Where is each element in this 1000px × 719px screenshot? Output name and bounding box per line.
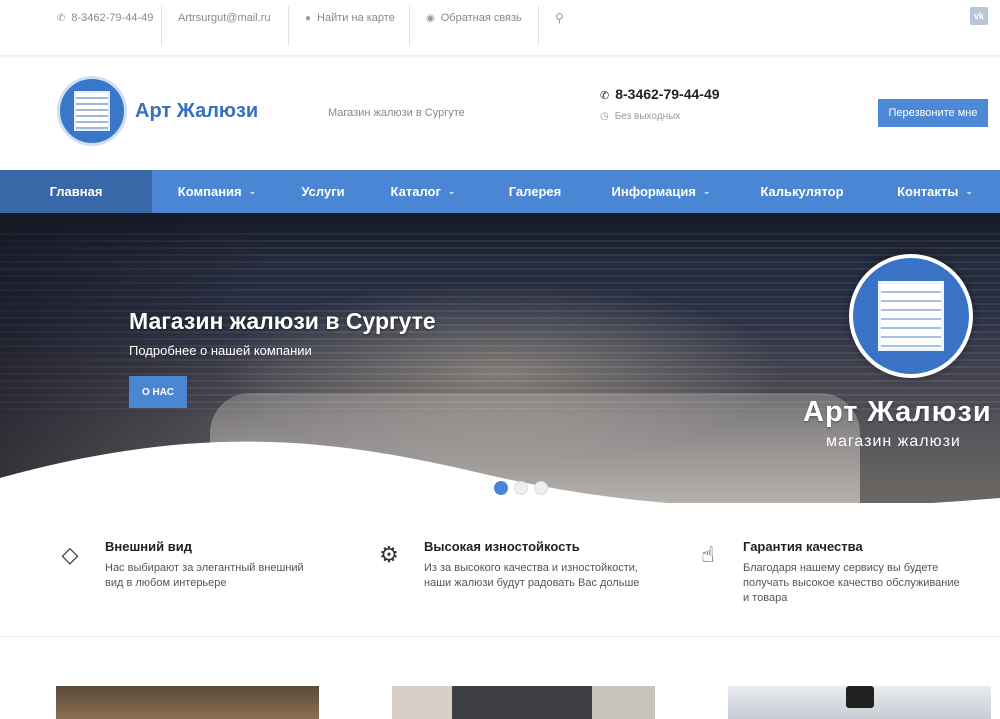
vk-icon[interactable]: vk — [970, 7, 988, 25]
top-email-text: Artrsurgut@mail.ru — [178, 12, 271, 24]
top-bar: ✆ 8-3462-79-44-49 Artrsurgut@mail.ru ● Н… — [0, 0, 1000, 56]
hero-slider: Магазин жалюзи в Сургуте Подробнее о наш… — [0, 213, 1000, 503]
slider-dots — [494, 481, 548, 495]
hero-subtitle: Подробнее о нашей компании — [129, 343, 312, 358]
feature-title: Гарантия качества — [743, 539, 863, 554]
nav-item-gallery[interactable]: Галерея — [482, 170, 588, 213]
slider-dot[interactable] — [514, 481, 528, 495]
chevron-down-icon: ⌄ — [248, 186, 257, 196]
blind-icon — [878, 281, 944, 351]
hero-logo — [849, 254, 973, 378]
map-link-text: Найти на карте — [317, 12, 395, 24]
top-email[interactable]: Artrsurgut@mail.ru — [178, 0, 270, 36]
nav-item-label: Каталог — [390, 184, 441, 199]
nav-item-label: Калькулятор — [760, 184, 844, 199]
chevron-down-icon: ⌄ — [447, 186, 456, 196]
feature-title: Высокая изностойкость — [424, 539, 580, 554]
search-button[interactable]: ⚲ — [555, 0, 570, 36]
divider — [409, 6, 410, 46]
thumbs-up-icon: ☝ — [701, 542, 715, 567]
nav-item-company[interactable]: Компания ⌄ — [152, 170, 282, 213]
chat-icon: ◉ — [426, 12, 435, 24]
nav-item-label: Услуги — [301, 184, 345, 199]
nav-item-home[interactable]: Главная — [0, 170, 152, 213]
divider — [161, 6, 162, 46]
map-marker-icon: ● — [305, 12, 312, 24]
top-phone[interactable]: ✆ 8-3462-79-44-49 — [57, 0, 153, 36]
catalog-image[interactable] — [56, 686, 319, 719]
header-phone-text: 8-3462-79-44-49 — [615, 86, 720, 102]
feedback-link-text: Обратная связь — [440, 12, 522, 24]
nav-item-services[interactable]: Услуги — [282, 170, 364, 213]
hero-title: Магазин жалюзи в Сургуте — [129, 308, 436, 334]
work-hours-text: Без выходных — [614, 111, 681, 122]
nav-item-label: Галерея — [508, 184, 562, 199]
hero-brand: Арт Жалюзи — [803, 396, 992, 428]
nav-item-label: Компания — [177, 184, 242, 199]
divider — [288, 6, 289, 46]
slider-dot[interactable] — [494, 481, 508, 495]
callback-button[interactable]: Перезвоните мне — [878, 99, 988, 127]
top-phone-text: 8-3462-79-44-49 — [71, 12, 154, 24]
phone-icon: ✆ — [600, 90, 610, 102]
work-hours: ◷ Без выходных — [600, 111, 680, 122]
feature-title: Внешний вид — [105, 539, 192, 554]
section-divider — [0, 636, 1000, 637]
feature-text: Нас выбирают за элегантный внешний вид в… — [105, 562, 304, 589]
site-header: Арт Жалюзи Магазин жалюзи в Сургуте ✆ 8-3… — [0, 57, 1000, 169]
chevron-down-icon: ⌄ — [702, 186, 711, 196]
slider-dot[interactable] — [534, 481, 548, 495]
nav-item-calculator[interactable]: Калькулятор — [734, 170, 870, 213]
gear-icon: ⚙ — [379, 542, 399, 567]
catalog-image-detail — [846, 686, 874, 708]
nav-item-info[interactable]: Информация ⌄ — [588, 170, 734, 213]
diamond-icon: ◇ — [61, 542, 79, 567]
feature-text: Благодаря нашему сервису вы будете получ… — [743, 562, 960, 604]
about-button[interactable]: О НАС — [129, 376, 187, 408]
feature-text: Из за высокого качества и изностойкости,… — [424, 562, 640, 589]
nav-item-contacts[interactable]: Контакты ⌄ — [870, 170, 1000, 213]
catalog-image[interactable] — [392, 686, 655, 719]
chevron-down-icon: ⌄ — [965, 186, 973, 196]
main-nav: Главная Компания ⌄ Услуги Каталог ⌄ Галере… — [0, 170, 1000, 213]
blind-icon — [74, 91, 110, 131]
nav-item-label: Главная — [49, 184, 103, 199]
clock-icon: ◷ — [600, 111, 609, 122]
nav-item-label: Контакты — [897, 184, 959, 199]
nav-item-label: Информация — [611, 184, 696, 199]
tagline: Магазин жалюзи в Сургуте — [328, 107, 465, 119]
map-link[interactable]: ● Найти на карте — [305, 0, 395, 36]
logo[interactable] — [57, 76, 127, 146]
search-icon: ⚲ — [555, 11, 564, 25]
header-phone[interactable]: ✆ 8-3462-79-44-49 — [600, 86, 720, 102]
nav-item-catalog[interactable]: Каталог ⌄ — [364, 170, 482, 213]
feedback-link[interactable]: ◉ Обратная связь — [426, 0, 522, 36]
brand-name[interactable]: Арт Жалюзи — [135, 100, 258, 123]
phone-icon: ✆ — [57, 12, 66, 24]
catalog-image[interactable] — [728, 686, 991, 719]
divider — [538, 6, 539, 46]
